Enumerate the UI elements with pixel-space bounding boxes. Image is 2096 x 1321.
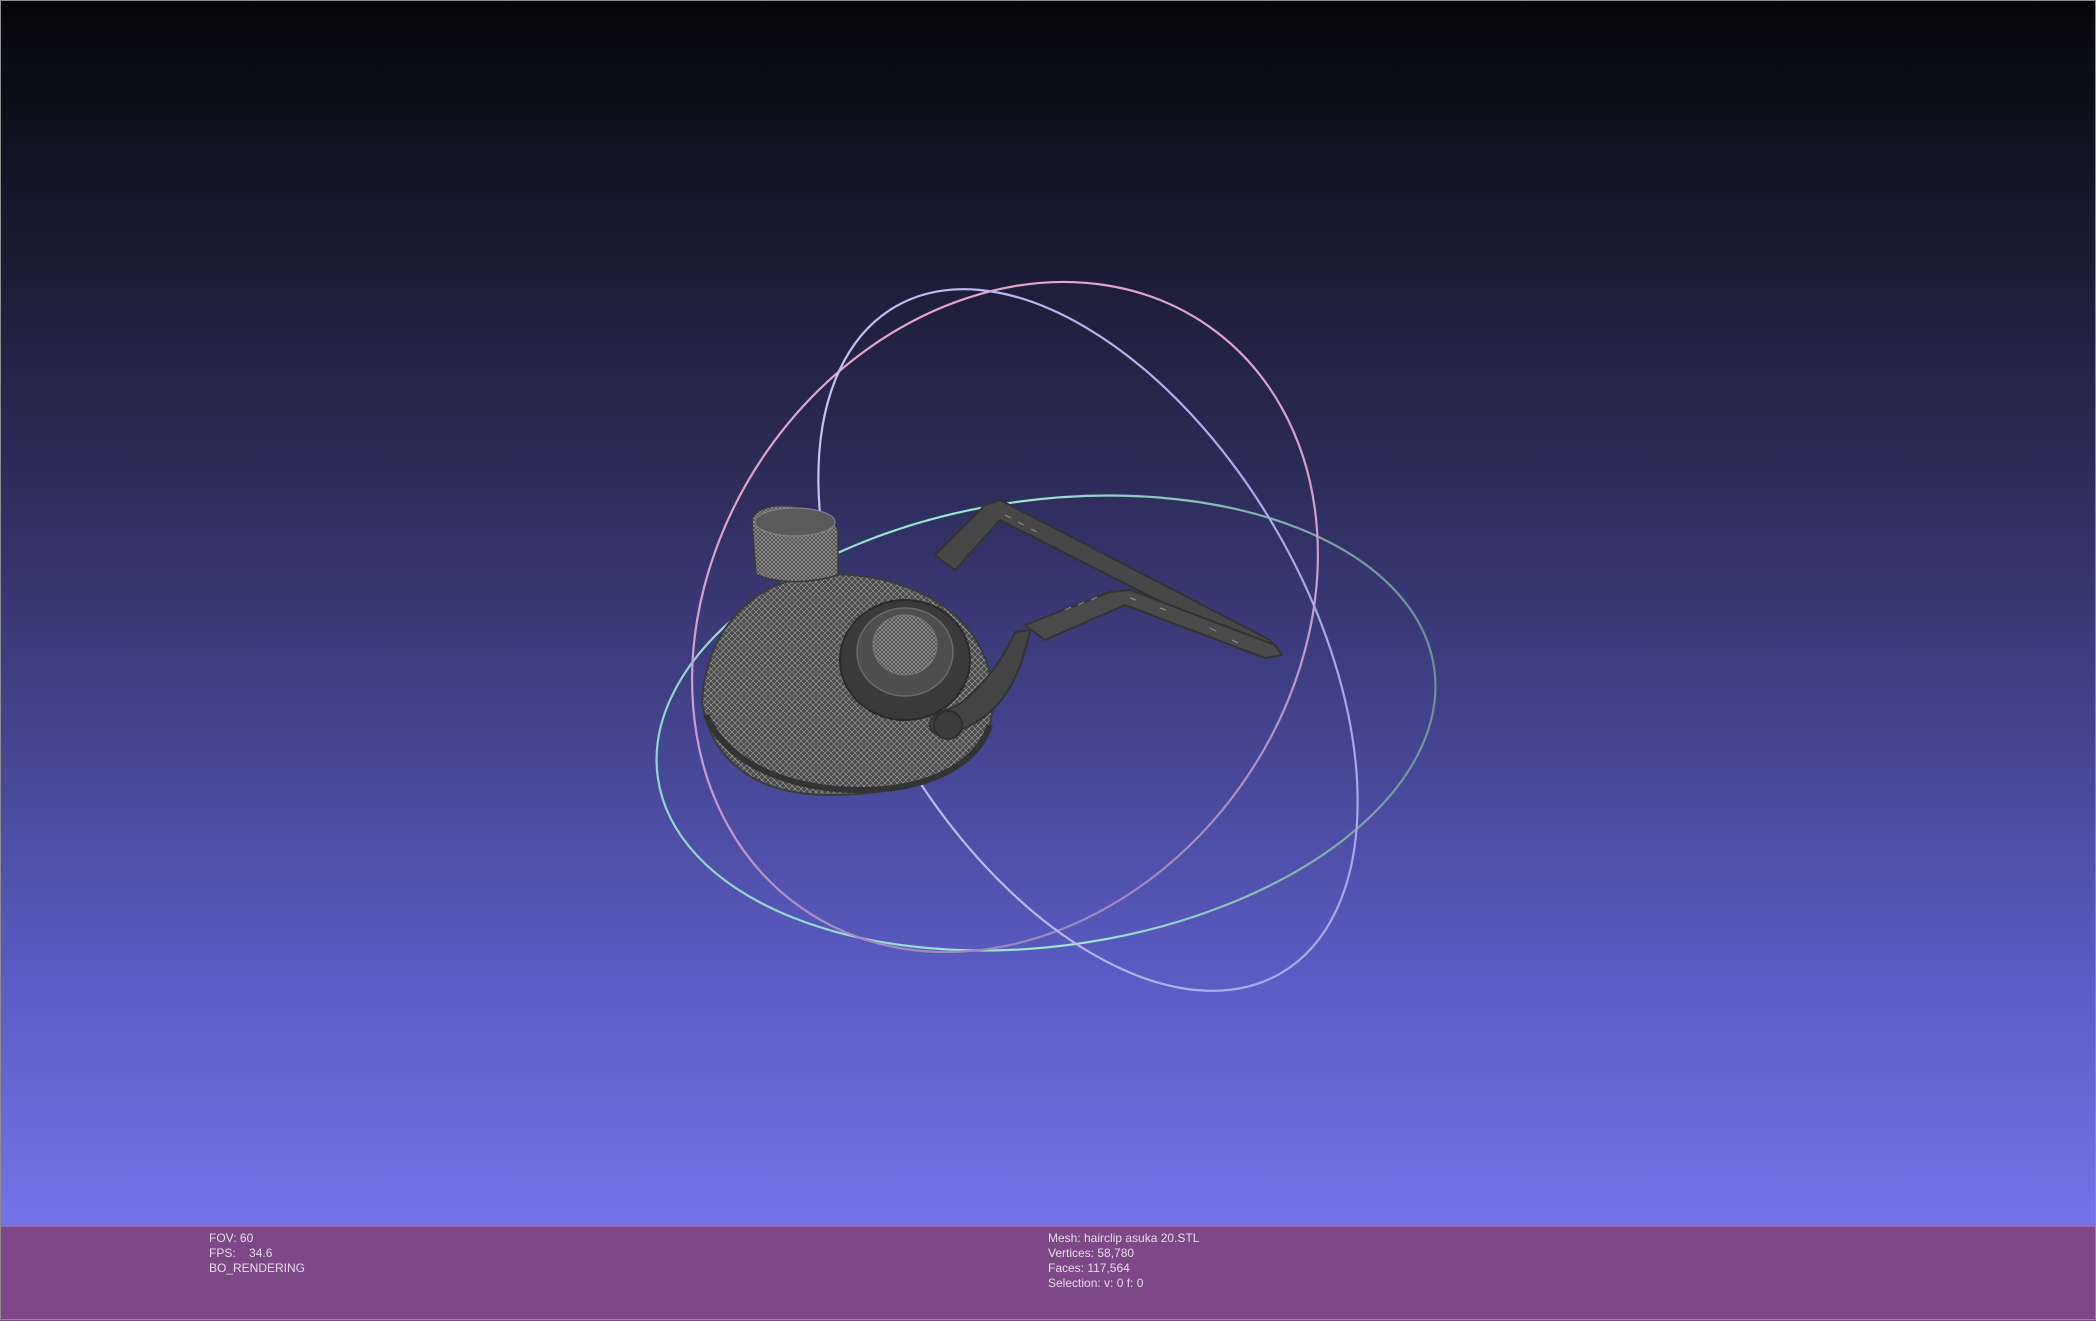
- fps-value: 34.6: [249, 1246, 273, 1260]
- mesh-info: Mesh: hairclip asuka 20.STL Vertices: 58…: [1048, 1231, 1199, 1291]
- mesh-model[interactable]: [700, 498, 1284, 797]
- trackball-gizmo[interactable]: [564, 160, 1469, 1083]
- 3d-viewport[interactable]: [0, 0, 2096, 1226]
- selection-info: Selection: v: 0 f: 0: [1048, 1276, 1144, 1290]
- render-info: FOV: 60 FPS: 34.6 BO_RENDERING: [209, 1231, 305, 1276]
- scene-canvas[interactable]: [0, 0, 2096, 1226]
- vertex-count: Vertices: 58,780: [1048, 1246, 1135, 1260]
- mesh-name: Mesh: hairclip asuka 20.STL: [1048, 1231, 1200, 1245]
- face-count: Faces: 117,564: [1048, 1261, 1130, 1275]
- fps-label: FPS:: [209, 1246, 236, 1260]
- fps-readout: FPS: 34.6: [209, 1246, 305, 1261]
- status-bar: FOV: 60 FPS: 34.6 BO_RENDERING Mesh: hai…: [0, 1226, 2096, 1321]
- render-mode: BO_RENDERING: [209, 1261, 306, 1275]
- mesh-arm-lower: [1022, 588, 1284, 660]
- trackball-ring-vertical-a: [691, 280, 1319, 954]
- mesh-boss-center: [872, 614, 938, 676]
- fov-readout: FOV: 60: [209, 1231, 254, 1245]
